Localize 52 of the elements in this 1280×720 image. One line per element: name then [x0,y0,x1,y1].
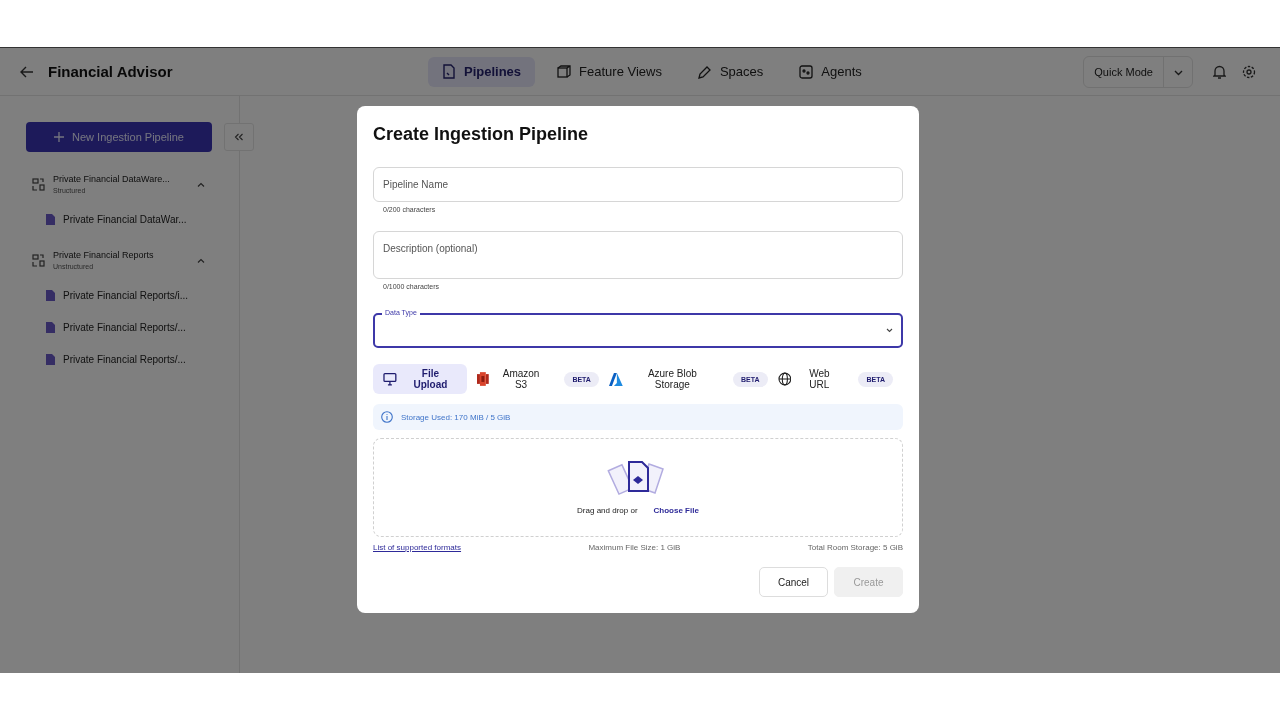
bucket-icon [477,372,489,386]
file-icon [46,289,55,301]
source-item[interactable]: Private Financial DataWar... [46,210,254,228]
max-file-size: Maximum File Size: 1 GiB [588,543,681,552]
pipeline-name-field[interactable]: Pipeline Name [373,167,903,202]
agent-icon [799,64,814,79]
pipeline-icon [32,253,45,267]
drop-hint: Drag and drop or [577,506,638,515]
new-pipeline-button[interactable]: New Ingestion Pipeline [26,122,212,152]
file-icon [46,321,55,333]
plus-icon [54,132,65,142]
file-icon [46,353,55,365]
source-item[interactable]: Private Financial Reports/i... [46,286,254,304]
source-item[interactable]: Private Financial Reports/... [46,318,254,336]
source-tab[interactable]: Azure Blob Storage [598,364,725,394]
choose-file-link[interactable]: Choose File [653,506,699,515]
info-icon [381,411,393,423]
bell-icon [1213,64,1226,79]
pipeline-icon [32,177,45,191]
supported-formats-link[interactable]: List of supported formats [373,543,462,552]
app-title: Financial Advisor [48,63,174,80]
cube-icon [557,64,572,79]
monitor-icon [383,372,397,386]
chevron-up-icon[interactable] [197,181,205,187]
globe-icon [777,372,792,386]
pen-icon [697,64,712,79]
chevron-down-icon [1173,69,1183,76]
file-drop-zone[interactable]: Drag and drop or Choose File [373,438,903,537]
settings-icon [1242,64,1256,79]
double-chevron-left-icon [234,133,244,141]
description-field[interactable]: Description (optional) [373,231,903,279]
source-tab[interactable]: Amazon S3 [467,364,557,394]
nav-tab[interactable]: Spaces [683,56,778,87]
cancel-button[interactable]: Cancel [759,567,828,597]
chevron-down-icon [886,328,893,333]
azure-icon [608,372,623,386]
nav-tab[interactable]: Agents [785,56,876,87]
back-arrow-icon[interactable] [20,65,34,78]
total-storage: Total Room Storage: 5 GiB [807,543,903,552]
nav-tab[interactable]: Pipelines [428,56,536,87]
file-icon [46,213,55,225]
collapse-sidebar-button[interactable] [224,123,254,151]
pipeline-name: Private Financial DataWare... [53,174,171,184]
chevron-up-icon[interactable] [197,257,205,263]
source-tab[interactable]: Web URL [767,364,851,394]
source-item[interactable]: Private Financial Reports/... [46,350,254,368]
source-tab[interactable]: File Upload [373,364,467,394]
storage-used-text: Storage Used: 170 MiB / 5 GiB [401,412,511,422]
document-icon [442,63,456,80]
nav-tab[interactable]: Feature Views [543,56,676,87]
dialog-title: Create Ingestion Pipeline [373,124,590,145]
pipeline-name: Private Financial Reports [53,250,155,260]
